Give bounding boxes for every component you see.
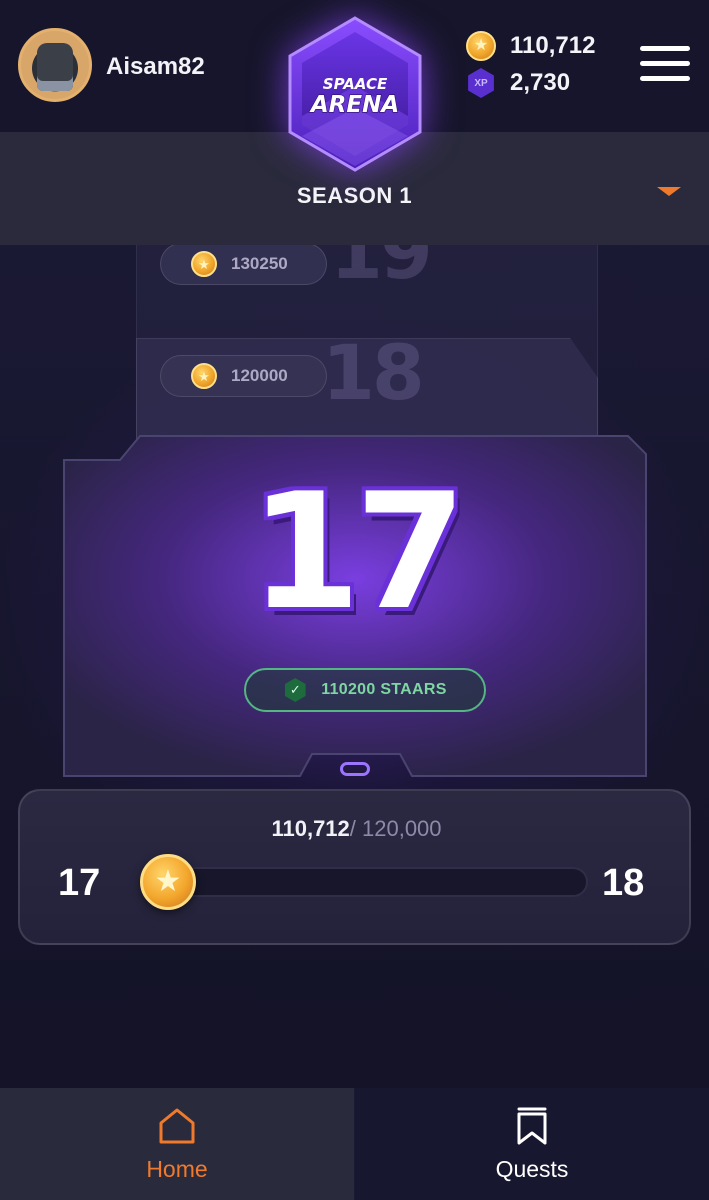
nav-item-home[interactable]: Home <box>0 1088 354 1200</box>
reward-amount: 120000 <box>231 366 288 385</box>
level-card-19: ★ 130250 19 <box>0 245 709 295</box>
level-number: 18 <box>322 328 425 417</box>
bottom-navigation: Home Quests <box>0 1088 709 1200</box>
user-avatar[interactable] <box>18 28 92 102</box>
staars-badge: ✓ 110200 STAARS <box>244 668 486 712</box>
progress-track <box>157 867 588 897</box>
reward-pill: ★ 130250 <box>160 245 327 285</box>
nav-item-quests[interactable]: Quests <box>355 1088 709 1200</box>
spaace-arena-logo: SPAACE ARENA <box>286 16 424 172</box>
progress-from-level: 17 <box>58 862 101 904</box>
reward-amount: 130250 <box>231 254 288 273</box>
coin-balance-value: 110,712 <box>510 32 596 59</box>
coin-balance[interactable]: ★ 110,712 <box>466 30 595 62</box>
progress-to-level: 18 <box>602 862 645 904</box>
caret-down-icon[interactable] <box>657 187 681 196</box>
reward-pill: ★ 120000 <box>160 355 327 397</box>
xp-balance-value: 2,730 <box>510 69 571 96</box>
logo-text-bottom: ARENA <box>309 92 399 118</box>
nav-label-quests: Quests <box>495 1156 569 1182</box>
bookmark-icon <box>517 1107 547 1145</box>
season-title: SEASON 1 <box>296 183 413 208</box>
star-coin-icon: ★ <box>191 251 217 277</box>
logo-text-top: SPAACE <box>323 75 388 93</box>
progress-label: 110,712/ 120,000 <box>20 816 693 842</box>
progress-current: 110,712 <box>271 816 350 841</box>
staars-label: 110200 STAARS <box>321 681 447 698</box>
progress-target: / 120,000 <box>349 816 442 841</box>
star-coin-icon: ★ <box>140 854 196 910</box>
star-coin-icon: ★ <box>191 363 217 389</box>
xp-balance[interactable]: XP 2,730 <box>466 67 570 99</box>
username[interactable]: Aisam82 <box>106 53 205 81</box>
xp-hexagon-icon: XP <box>468 68 494 98</box>
current-level-number: 17 <box>249 458 467 645</box>
check-shield-icon: ✓ <box>284 678 306 702</box>
current-level-card[interactable]: 17 ✓ 110200 STAARS <box>62 432 648 778</box>
level-progress-panel: 110,712/ 120,000 17 ★ 18 <box>18 789 691 945</box>
hamburger-menu-icon[interactable] <box>640 44 690 84</box>
home-icon <box>159 1108 195 1144</box>
level-number: 19 <box>330 245 433 295</box>
star-coin-icon: ★ <box>466 31 496 61</box>
card-handle-icon <box>340 762 370 776</box>
nav-label-home: Home <box>146 1156 208 1182</box>
